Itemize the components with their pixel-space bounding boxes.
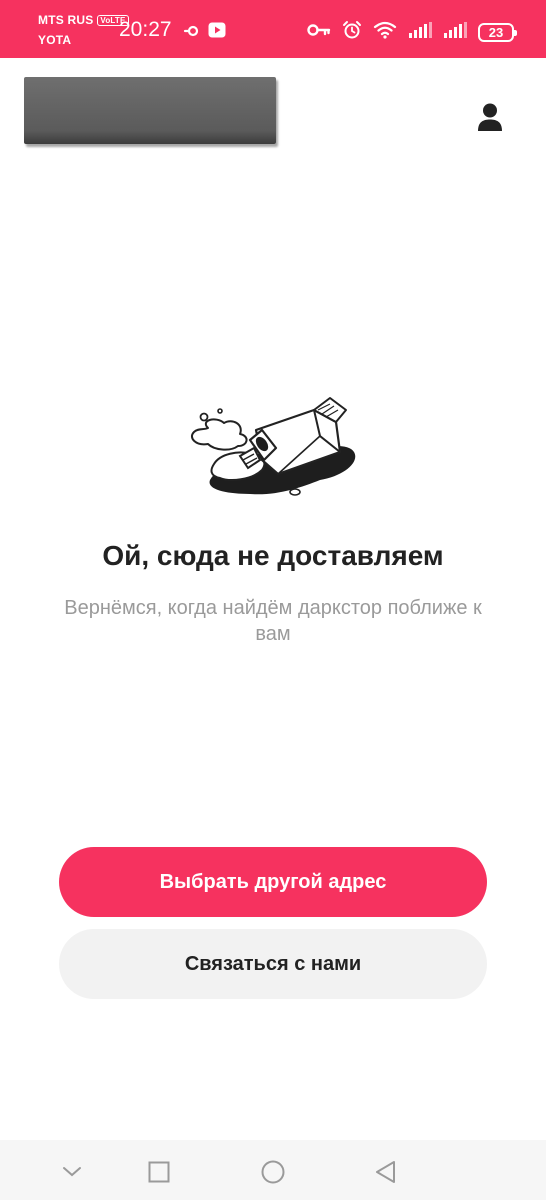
carrier-info: MTS RUS VoLTE YOTA: [38, 13, 129, 47]
screen: MTS RUS VoLTE YOTA 20:27 23 Ой, сюда не …: [0, 0, 546, 1200]
signal-icon: [408, 22, 432, 43]
status-bar: MTS RUS VoLTE YOTA 20:27 23: [0, 0, 546, 58]
contact-us-button[interactable]: Связаться с нами: [59, 929, 487, 999]
empty-state-subtitle: Вернёмся, когда найдём даркстор поближе …: [64, 597, 482, 645]
back-triangle-icon[interactable]: [372, 1158, 400, 1186]
battery-level: 23: [488, 25, 504, 40]
home-circle-icon[interactable]: [259, 1158, 287, 1186]
alarm-icon: [342, 20, 362, 45]
choose-another-address-button[interactable]: Выбрать другой адрес: [59, 847, 487, 917]
signal-icon: [443, 22, 467, 43]
carrier-1-label: MTS RUS: [38, 13, 94, 27]
system-nav-bar: [0, 1140, 546, 1200]
carrier-2-label: YOTA: [38, 33, 72, 47]
wifi-icon: [373, 21, 397, 44]
user-icon: [477, 102, 503, 137]
youtube-icon: [208, 22, 226, 43]
profile-button[interactable]: [474, 102, 506, 136]
empty-state-title: Ой, сюда не доставляем: [102, 540, 444, 571]
key-icon: [307, 23, 331, 42]
status-clock: 20:27: [119, 18, 172, 41]
chevron-down-icon[interactable]: [58, 1158, 86, 1186]
spilled-milk-illustration: [180, 390, 366, 502]
recents-square-icon[interactable]: [145, 1158, 173, 1186]
redacted-logo: [24, 77, 276, 144]
sync-icon: [183, 23, 199, 42]
battery-icon: 23: [478, 23, 517, 42]
